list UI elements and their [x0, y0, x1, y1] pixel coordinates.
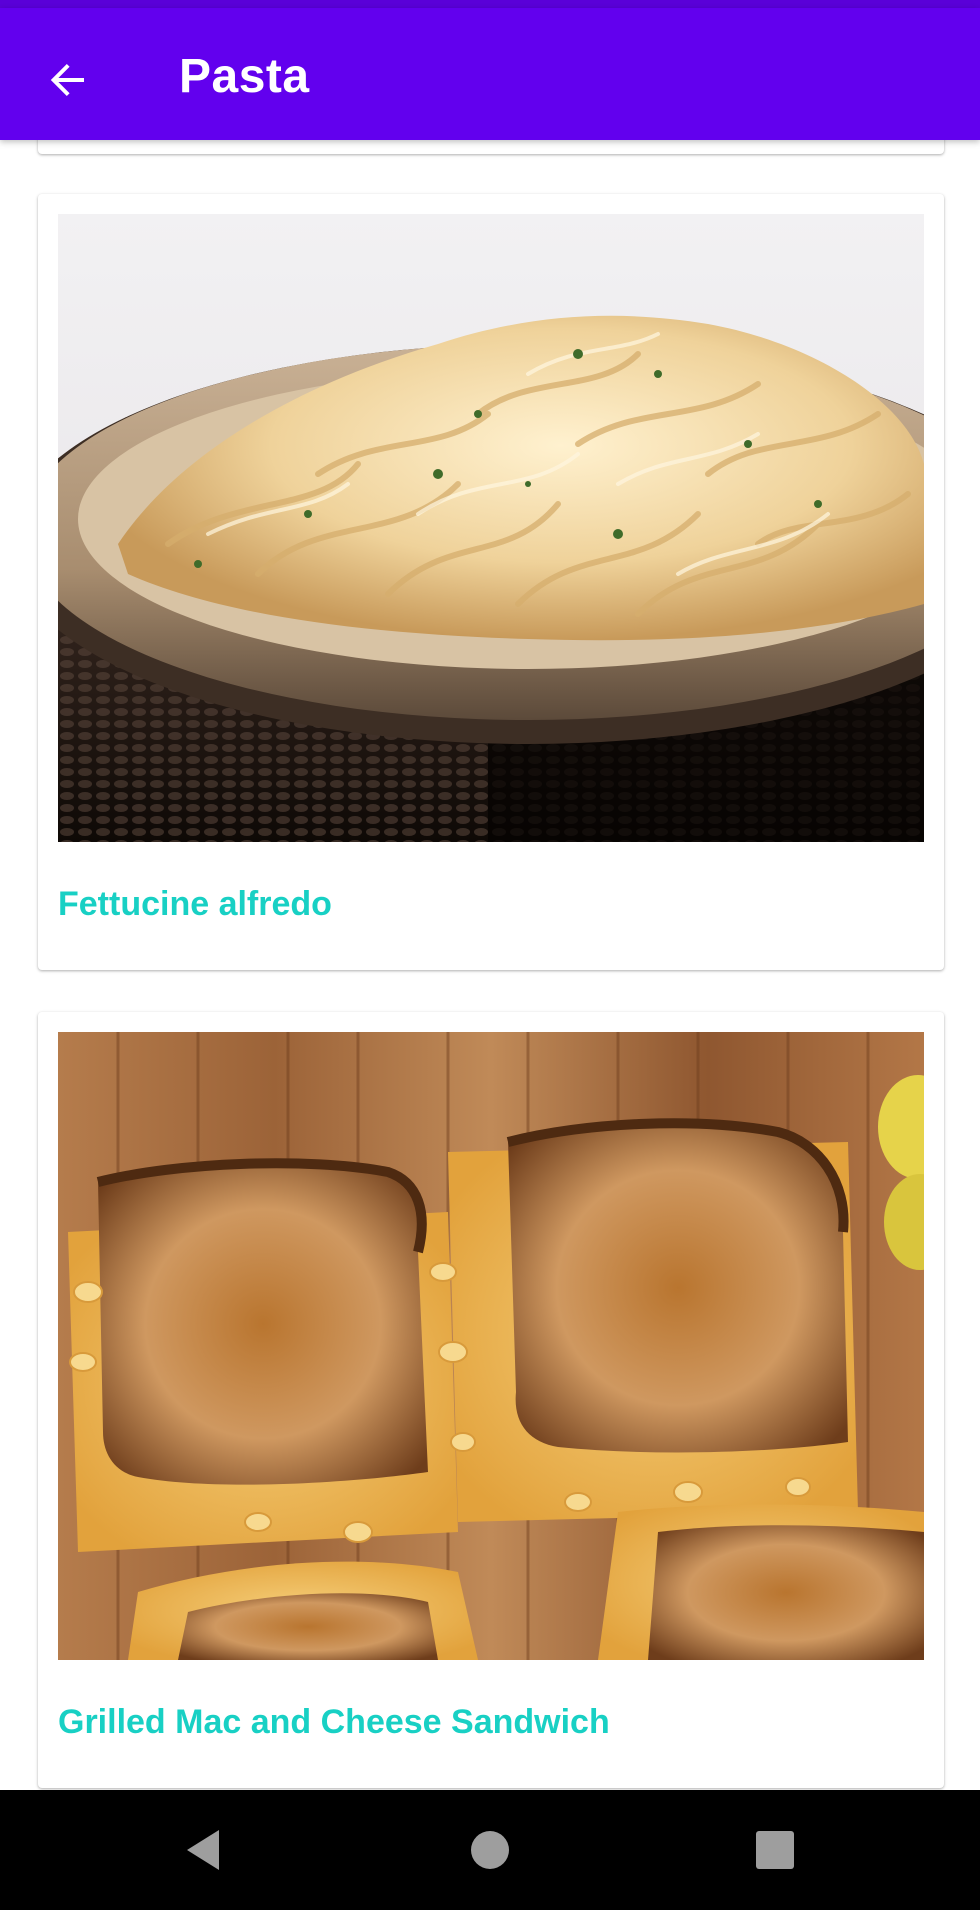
recipe-list[interactable]: Fettucine alfredo Grilled Mac and Cheese…	[0, 140, 980, 1790]
app-bar: Pasta	[0, 8, 980, 140]
recipe-card[interactable]: Fettucine alfredo	[38, 194, 944, 970]
recipe-title: Fettucine alfredo	[58, 885, 332, 923]
status-bar	[0, 0, 980, 8]
triangle-back-icon	[187, 1830, 219, 1870]
back-button[interactable]	[28, 40, 108, 120]
recipe-title: Grilled Mac and Cheese Sandwich	[58, 1703, 610, 1741]
system-navigation-bar	[0, 1790, 980, 1910]
recipe-card-partial[interactable]	[38, 140, 944, 154]
arrow-back-icon	[50, 64, 84, 96]
grilled-mac-and-cheese-sandwich-photo	[58, 1032, 924, 1660]
page-title: Pasta	[179, 50, 310, 103]
nav-home-button[interactable]	[450, 1810, 530, 1890]
fettuccine-alfredo-photo	[58, 214, 924, 842]
circle-home-icon	[471, 1831, 509, 1869]
nav-back-button[interactable]	[165, 1810, 245, 1890]
nav-recents-button[interactable]	[735, 1810, 815, 1890]
square-recents-icon	[756, 1831, 794, 1869]
recipe-card[interactable]: Grilled Mac and Cheese Sandwich	[38, 1012, 944, 1788]
